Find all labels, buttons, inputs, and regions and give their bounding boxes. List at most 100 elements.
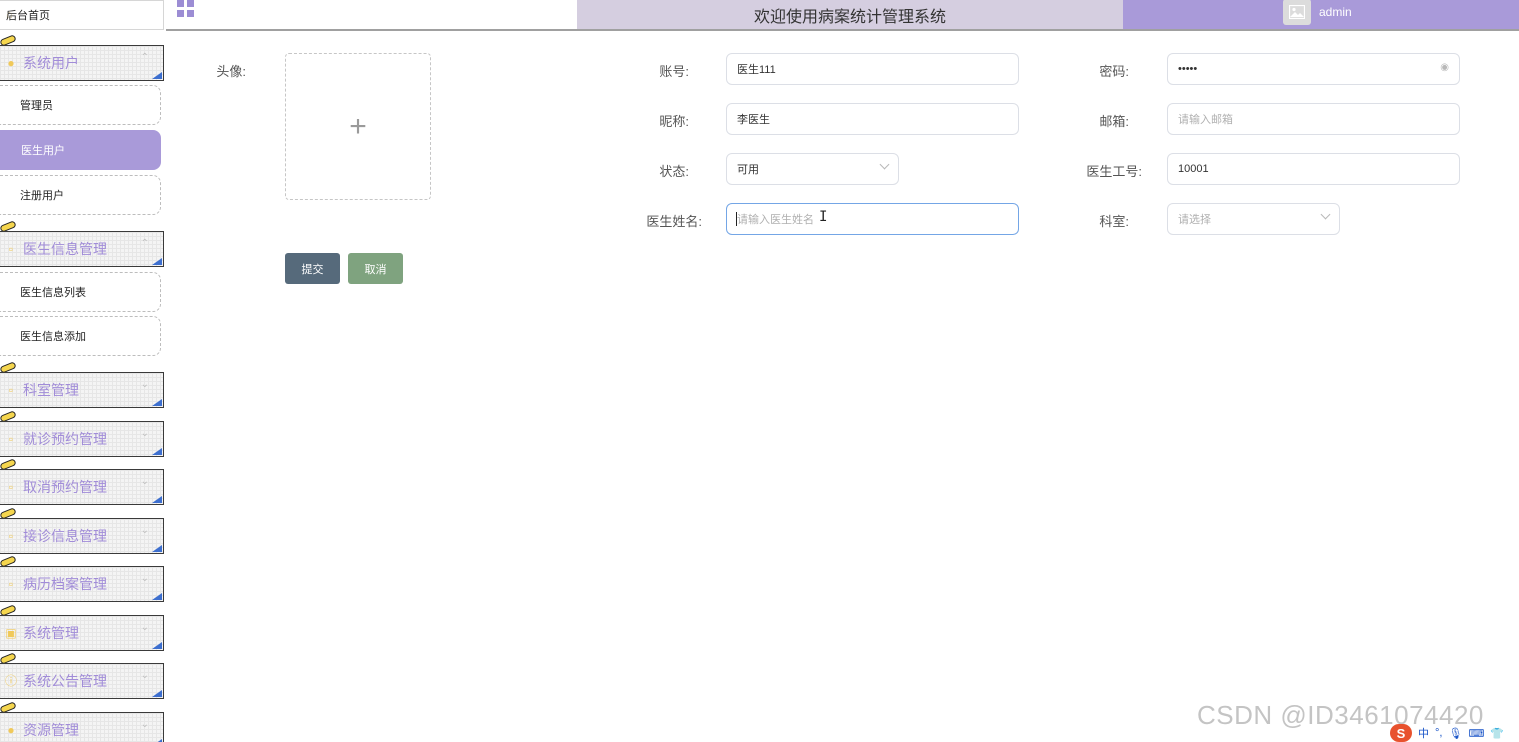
fold-corner	[152, 399, 162, 406]
sidebar-item-admin[interactable]: 管理员	[0, 85, 161, 125]
menu-group-medical-records[interactable]: ▫ 病历档案管理 ⌄	[0, 566, 164, 602]
fold-corner	[152, 642, 162, 649]
menu-group-label: 系统用户	[23, 55, 79, 71]
nickname-input[interactable]: 李医生	[726, 103, 1019, 135]
password-label: 密码:	[1099, 64, 1129, 79]
fold-corner	[152, 545, 162, 552]
doctor-id-label: 医生工号:	[1086, 164, 1142, 179]
status-select[interactable]: 可用	[726, 153, 899, 185]
email-input[interactable]: 请输入邮箱	[1167, 103, 1460, 135]
sidebar-item-doctor-user[interactable]: 医生用户	[0, 130, 161, 170]
document-icon: ▫	[8, 383, 14, 397]
image-placeholder-icon	[1289, 4, 1305, 19]
menu-group-label: 病历档案管理	[23, 576, 107, 592]
menu-group-announcement[interactable]: ⓘ 系统公告管理 ⌄	[0, 663, 164, 699]
fold-corner	[152, 593, 162, 600]
menu-group-system[interactable]: ▣ 系统管理 ⌄	[0, 615, 164, 651]
menu-group-appointment[interactable]: ▫ 就诊预约管理 ⌄	[0, 421, 164, 457]
chevron-down-icon: ⌄	[140, 476, 149, 487]
sidebar-item-doctor-list[interactable]: 医生信息列表	[0, 272, 161, 312]
chevron-down-icon: ⌄	[140, 379, 149, 390]
menu-group-label: 取消预约管理	[23, 479, 107, 495]
avatar-upload[interactable]: +	[285, 53, 431, 200]
doctor-name-label: 医生姓名:	[646, 214, 702, 229]
eye-icon[interactable]: ◉	[1440, 62, 1449, 73]
sidebar: ⌂ 后台首页 ● 系统用户 ⌃ 管理员 医生用户 注册用户 ▫ 医生信息管理 ⌃…	[0, 0, 166, 742]
account-input[interactable]: 医生111	[726, 53, 1019, 85]
avatar[interactable]	[1283, 0, 1311, 25]
fold-corner	[152, 690, 162, 697]
menu-group-system-users[interactable]: ● 系统用户 ⌃	[0, 45, 164, 81]
password-input[interactable]: ••••• ◉	[1167, 53, 1460, 85]
account-label: 账号:	[659, 64, 689, 79]
document-icon: ▫	[8, 242, 14, 256]
chevron-down-icon: ⌄	[140, 719, 149, 730]
top-bar: 欢迎使用病案统计管理系统 admin	[166, 0, 1519, 31]
ime-mode[interactable]: 中	[1418, 725, 1429, 741]
sidebar-item-registered-user[interactable]: 注册用户	[0, 175, 161, 215]
menu-group-label: 资源管理	[23, 722, 79, 738]
microphone-icon[interactable]: 🎙	[1448, 727, 1462, 740]
password-value: •••••	[1178, 63, 1198, 75]
text-caret	[736, 212, 737, 226]
fold-corner	[152, 448, 162, 455]
menu-group-label: 就诊预约管理	[23, 431, 107, 447]
username: admin	[1319, 4, 1352, 19]
grid-menu-icon[interactable]	[177, 0, 194, 17]
chevron-down-icon	[879, 159, 890, 170]
menu-group-label: 系统公告管理	[23, 673, 107, 689]
doctor-id-input[interactable]: 10001	[1167, 153, 1460, 185]
chevron-up-icon: ⌃	[140, 52, 149, 63]
sidebar-item-label: 后台首页	[6, 10, 50, 22]
department-label: 科室:	[1099, 214, 1129, 229]
cancel-button[interactable]: 取消	[348, 253, 403, 284]
menu-group-cancel-appointment[interactable]: ▫ 取消预约管理 ⌄	[0, 469, 164, 505]
chevron-down-icon: ⌄	[140, 573, 149, 584]
sidebar-item-doctor-add[interactable]: 医生信息添加	[0, 316, 161, 356]
menu-group-reception[interactable]: ▫ 接诊信息管理 ⌄	[0, 518, 164, 554]
menu-group-label: 接诊信息管理	[23, 528, 107, 544]
fold-corner	[152, 496, 162, 503]
email-label: 邮箱:	[1099, 114, 1129, 129]
document-icon: ▫	[8, 480, 14, 494]
ime-toolbar[interactable]: S 中 °, 🎙 ⌨ 👕	[1390, 724, 1504, 742]
department-select[interactable]: 请选择	[1167, 203, 1340, 235]
info-icon: ⓘ	[4, 674, 17, 688]
status-label: 状态:	[659, 164, 689, 179]
menu-group-department[interactable]: ▫ 科室管理 ⌄	[0, 372, 164, 408]
document-icon: ▫	[8, 529, 14, 543]
doctor-name-input[interactable]: 请输入医生姓名	[726, 203, 1019, 235]
menu-group-doctor-info[interactable]: ▫ 医生信息管理 ⌃	[0, 231, 164, 267]
fold-corner	[152, 258, 162, 265]
department-placeholder: 请选择	[1178, 214, 1211, 226]
user-menu[interactable]: admin	[1123, 0, 1519, 29]
menu-group-label: 医生信息管理	[23, 241, 107, 257]
bulb-icon: ●	[7, 723, 15, 737]
document-icon: ▫	[8, 577, 14, 591]
chevron-down-icon: ⌄	[140, 525, 149, 536]
chevron-up-icon: ⌃	[140, 238, 149, 249]
nickname-label: 昵称:	[659, 114, 689, 129]
sidebar-item-home[interactable]: ⌂ 后台首页	[0, 0, 164, 30]
avatar-label: 头像:	[216, 64, 246, 79]
chevron-down-icon: ⌄	[140, 670, 149, 681]
chevron-down-icon	[1320, 209, 1331, 220]
menu-group-label: 科室管理	[23, 382, 79, 398]
fold-corner	[152, 72, 162, 79]
ime-logo: S	[1390, 724, 1412, 742]
menu-group-resources[interactable]: ● 资源管理 ⌄	[0, 712, 164, 742]
menu-group-label: 系统管理	[23, 625, 79, 641]
plus-icon: +	[349, 109, 367, 143]
submit-button[interactable]: 提交	[285, 253, 340, 284]
page-title: 欢迎使用病案统计管理系统	[577, 0, 1123, 29]
chevron-down-icon: ⌄	[140, 622, 149, 633]
punctuation-icon[interactable]: °,	[1435, 727, 1442, 739]
document-icon: ▫	[8, 432, 14, 446]
status-value: 可用	[737, 164, 759, 176]
user-icon: ●	[7, 56, 15, 70]
chevron-down-icon: ⌄	[140, 428, 149, 439]
keyboard-icon[interactable]: ⌨	[1468, 727, 1484, 740]
skin-icon[interactable]: 👕	[1490, 727, 1504, 740]
text-cursor-icon: I	[819, 209, 828, 225]
picture-icon: ▣	[5, 626, 17, 640]
